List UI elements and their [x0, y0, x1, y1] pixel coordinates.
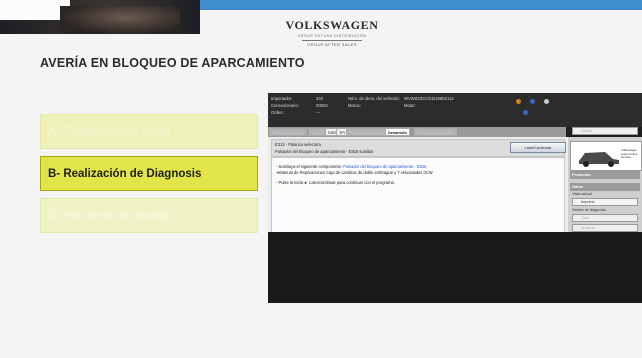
- order-label: Orden:: [271, 110, 284, 115]
- diagnostic-screenshot: Importador: 333 Concesionario: 00003 Ord…: [268, 93, 642, 303]
- settings-icon[interactable]: [544, 99, 549, 104]
- brand-divider: [302, 40, 362, 41]
- repair-manual-link[interactable]: ➜Manual de Reparaciones Caja de cambios …: [276, 170, 433, 175]
- tab-control-modules[interactable]: Modelos de control: [269, 128, 308, 136]
- continue-button[interactable]: Listo/Continuar: [510, 142, 566, 153]
- tab-development[interactable]: Desarrollo: [385, 128, 410, 136]
- step-title: E313 - Palanca selectora: [275, 142, 321, 147]
- vehicle-id-label: Núm. de ident. del vehículo:: [348, 96, 400, 101]
- instruction-line-1: - Sustituya el siguiente componente: Pul…: [276, 164, 426, 169]
- instruction-line-3: - Pulse la tecla ► Listo/continuar para …: [276, 180, 395, 185]
- tab-tronco[interactable]: Tronco: [308, 128, 326, 136]
- info-icon[interactable]: [523, 110, 528, 115]
- menu-item-label: C- Recorrido de prueba: [48, 209, 169, 222]
- step-subtitle: Pulsador del bloqueo de aparcamiento - E…: [275, 149, 374, 154]
- dealer-label: Concesionario:: [271, 103, 299, 108]
- side-action-button[interactable]: Añadir: [572, 127, 638, 135]
- importer-value: 333: [316, 96, 323, 101]
- engine-field-label: Motor:: [404, 103, 416, 108]
- dealer-value: 00003: [316, 103, 328, 108]
- page-title: AVERÍA EN BLOQUEO DE APARCAMIENTO: [40, 56, 305, 70]
- importer-label: Importador:: [271, 96, 293, 101]
- diag-step-header: E313 - Palanca selectora Pulsador del bl…: [271, 139, 566, 157]
- header-photo-figure: [60, 6, 180, 34]
- session-label: Sesión de diagnosis: [572, 208, 606, 212]
- protocol-header[interactable]: Protocolo: [570, 171, 640, 179]
- print-button[interactable]: Imprimir: [572, 198, 638, 206]
- warning-icon: [516, 99, 521, 104]
- vehicle-brand-tag: Volkswagen Automóviles Groupe: [621, 148, 638, 160]
- tab-special-functions[interactable]: Funciones especiales: [414, 128, 457, 136]
- brand-subtitle: GROUP FUTURA DISTRIBUCIÓN: [297, 34, 367, 38]
- tab-test[interactable]: Test de comprobación: [346, 128, 390, 136]
- order-value: ---: [316, 110, 321, 115]
- menu-item-test-drive[interactable]: C- Recorrido de prueba: [40, 198, 258, 233]
- brand-subtitle-2: GROUP AFTER SALES: [307, 42, 357, 47]
- diag-vehicle-header: Importador: 333 Concesionario: 00003 Ord…: [268, 93, 642, 127]
- vehicle-graphic: Volkswagen Automóviles Groupe: [570, 141, 642, 171]
- header-photo: [0, 0, 200, 34]
- diag-tab-bar: Modelos de control Tronco DISS TPI Test …: [268, 127, 566, 137]
- component-link[interactable]: Pulsador del bloqueo de aparcamiento - E…: [343, 164, 426, 169]
- instruction-prefix: - Sustituya el siguiente componente:: [276, 164, 342, 169]
- session-guide-button[interactable]: Guía: [572, 214, 638, 222]
- data-header[interactable]: Datos: [570, 183, 640, 191]
- brand-logo: VOLKSWAGEN GROUP FUTURA DISTRIBUCIÓN GRO…: [262, 18, 402, 47]
- current-view-label: Vista actual: [572, 192, 592, 196]
- menu-item-label: A- Comprobación visual: [48, 125, 171, 138]
- brand-name: VOLKSWAGEN: [285, 18, 379, 32]
- menu-item-label: B- Realización de Diagnosis: [48, 167, 202, 180]
- menu-item-visual-check[interactable]: A- Comprobación visual: [40, 114, 258, 149]
- session-replace-button[interactable]: Sustituir: [572, 224, 638, 232]
- brand-field-label: Marca:: [348, 103, 361, 108]
- connection-icon: [530, 99, 535, 104]
- vehicle-id-value: WVWZZZCCDZLW802113: [404, 96, 454, 101]
- diag-bottom-band: [268, 232, 642, 303]
- menu-item-diagnosis[interactable]: B- Realización de Diagnosis: [40, 156, 258, 191]
